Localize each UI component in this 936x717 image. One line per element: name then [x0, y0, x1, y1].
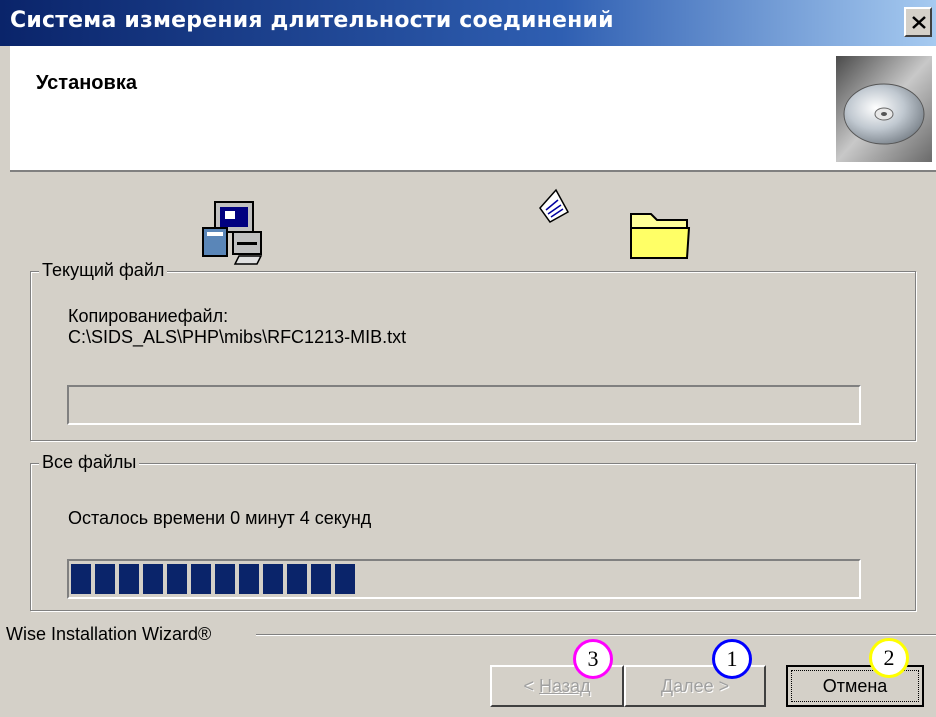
progress-block — [167, 564, 187, 594]
progress-block — [239, 564, 259, 594]
footer-divider — [256, 634, 936, 636]
progress-block — [71, 564, 91, 594]
back-button-prefix: < — [523, 676, 539, 696]
all-files-group: Все файлы Осталось времени 0 минут 4 сек… — [30, 452, 916, 611]
current-file-path: C:\SIDS_ALS\PHP\mibs\RFC1213-MIB.txt — [68, 327, 407, 347]
current-file-progress-bar — [67, 385, 861, 425]
close-button[interactable] — [904, 7, 932, 37]
progress-block — [191, 564, 211, 594]
wizard-brand-label: Wise Installation Wizard® — [6, 624, 216, 645]
all-files-group-label: Все файлы — [39, 452, 140, 473]
paper-sheet-icon — [539, 188, 570, 223]
next-button-label: Далее > — [660, 676, 730, 696]
title-bar[interactable]: Система измерения длительности соединени… — [0, 0, 936, 46]
folder-icon — [630, 213, 691, 259]
progress-block — [263, 564, 283, 594]
back-button-label: Назад — [538, 676, 591, 696]
window-title: Система измерения длительности соединени… — [10, 8, 614, 33]
progress-block — [119, 564, 139, 594]
all-files-progress-bar — [67, 559, 861, 599]
copy-action-label: Копированиефайл: — [68, 306, 229, 326]
page-title: Установка — [36, 72, 137, 94]
progress-block — [215, 564, 235, 594]
current-file-group-label: Текущий файл — [39, 260, 168, 281]
annotation-marker-3: 3 — [573, 639, 613, 679]
progress-block — [143, 564, 163, 594]
cd-disc-icon — [836, 56, 932, 162]
installer-window: Система измерения длительности соединени… — [0, 0, 936, 717]
header-panel: Установка — [10, 46, 936, 172]
time-remaining-text: Осталось времени 0 минут 4 секунд — [68, 508, 372, 528]
close-icon — [912, 16, 926, 29]
annotation-marker-2: 2 — [869, 638, 909, 678]
progress-fill — [71, 564, 355, 594]
progress-block — [335, 564, 355, 594]
computer-icon — [202, 201, 263, 265]
progress-block — [95, 564, 115, 594]
progress-block — [311, 564, 331, 594]
annotation-marker-1: 1 — [712, 639, 752, 679]
progress-block — [287, 564, 307, 594]
current-file-group: Текущий файл Копированиефайл: C:\SIDS_AL… — [30, 260, 916, 441]
